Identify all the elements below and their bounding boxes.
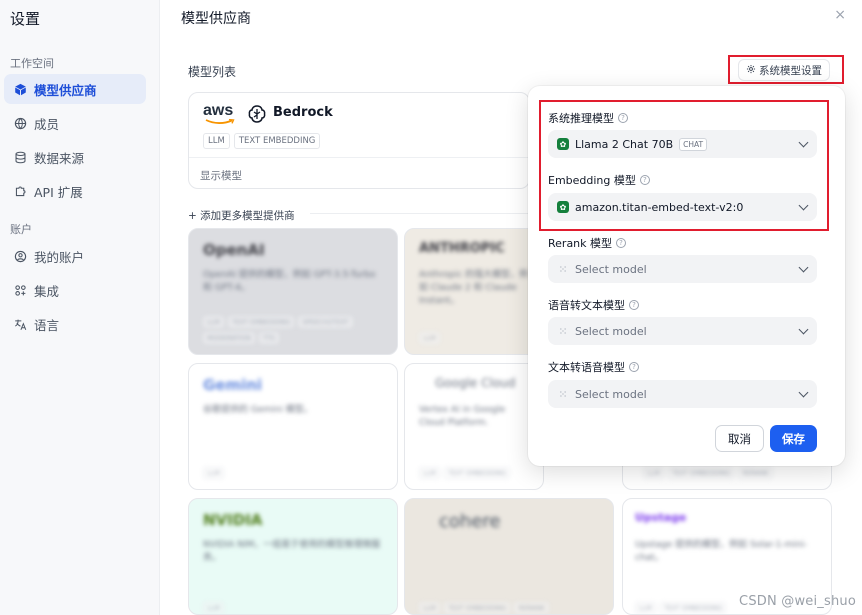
- provider-tags: LLM TEXT EMBEDDING RERANK: [419, 602, 604, 614]
- page-title: 模型供应商: [181, 11, 251, 27]
- provider-name: cohere: [439, 511, 501, 532]
- model-list-label: 模型列表: [188, 65, 237, 79]
- sidebar-item-api-extension[interactable]: API 扩展: [4, 176, 146, 206]
- save-button[interactable]: 保存: [770, 425, 817, 452]
- bedrock-name: Bedrock: [273, 105, 333, 120]
- highlight-box-settings-button: [728, 55, 844, 84]
- aws-logo: aws: [203, 102, 237, 126]
- speech-to-text-model-label: 语音转文本模型 ?: [548, 297, 639, 313]
- sidebar-item-label: 数据来源: [34, 150, 85, 166]
- sidebar-item-model-provider[interactable]: 模型供应商: [4, 74, 146, 104]
- sidebar-item-label: 语言: [34, 317, 60, 333]
- sidebar-item-data-source[interactable]: 数据来源: [4, 142, 146, 172]
- chevron-down-icon: [798, 262, 809, 272]
- provider-card-gemini[interactable]: Gemini 谷歌提供的 Gemini 模型。 LLM: [188, 363, 398, 490]
- user-circle-icon: [13, 249, 27, 263]
- cube-icon: [13, 82, 27, 96]
- puzzle-icon: [13, 184, 27, 198]
- help-icon[interactable]: ?: [629, 362, 639, 372]
- divider: [310, 213, 530, 214]
- provider-card-cohere[interactable]: cohere LLM TEXT EMBEDDING RERANK: [404, 498, 614, 615]
- provider-name: Gemini: [203, 376, 263, 394]
- provider-name: Upstage: [635, 511, 687, 524]
- help-icon[interactable]: ?: [616, 238, 627, 248]
- provider-card-anthropic[interactable]: ANTHROPIC Anthropic 的强大模型，例如 Claude 2 和 …: [404, 228, 544, 355]
- speech-to-text-model-select[interactable]: ⁙ Select model: [548, 317, 817, 345]
- translate-icon: [13, 317, 27, 331]
- database-icon: [13, 150, 27, 164]
- bedrock-tags: LLM TEXT EMBEDDING: [203, 133, 321, 149]
- provider-name: ANTHROPIC: [419, 241, 505, 256]
- sidebar-item-label: API 扩展: [34, 184, 83, 200]
- text-to-speech-model-label: 文本转语音模型 ?: [548, 359, 639, 375]
- cancel-button[interactable]: 取消: [715, 425, 764, 452]
- provider-desc: 谷歌提供的 Gemini 模型。: [203, 405, 313, 415]
- provider-desc: NVIDIA NIM，一组易于使用的模型推理微服务。: [203, 540, 381, 563]
- sidebar-title: 设置: [10, 10, 41, 28]
- sidebar: 设置 工作空间 模型供应商 成员 数据来源 API 扩展 账户 我的账户 集成 …: [0, 0, 160, 615]
- sidebar-item-label: 成员: [34, 116, 60, 132]
- provider-name: OpenAI: [203, 241, 265, 259]
- provider-card-google-cloud[interactable]: Google Cloud Vertex AI in Google Cloud P…: [404, 363, 544, 490]
- cube-outline-icon: ⁙: [558, 324, 568, 338]
- provider-tags: LLM: [203, 467, 388, 479]
- cube-outline-icon: ⁙: [558, 387, 568, 401]
- chevron-down-icon: [798, 387, 809, 397]
- rerank-model-label: Rerank 模型 ?: [548, 235, 627, 251]
- bedrock-icon: [247, 104, 267, 124]
- sidebar-item-label: 模型供应商: [34, 82, 97, 98]
- provider-desc: Vertex AI in Google Cloud Platform.: [419, 405, 506, 428]
- tag-llm: LLM: [203, 133, 230, 149]
- provider-card-openai[interactable]: OpenAI OpenAI 提供的模型，例如 GPT-3.5-Turbo 和 G…: [188, 228, 398, 355]
- bedrock-provider-card: aws Bedrock LLM TEXT EMBEDDING 显示模型: [188, 92, 530, 189]
- provider-tags: LLM: [419, 332, 543, 344]
- provider-tags: LLM TEXT EMBEDDING RERANK: [643, 467, 828, 479]
- watermark: CSDN @wei_shuo: [739, 594, 856, 609]
- show-models-link[interactable]: 显示模型: [200, 168, 242, 183]
- sidebar-item-label: 我的账户: [34, 249, 85, 265]
- text-to-speech-model-select[interactable]: ⁙ Select model: [548, 380, 817, 408]
- help-icon[interactable]: ?: [629, 300, 639, 310]
- section-workspace: 工作空间: [10, 57, 54, 70]
- section-account: 账户: [10, 223, 32, 236]
- provider-desc: Anthropic 的强大模型，例如 Claude 2 和 Claude Ins…: [419, 270, 529, 306]
- card-divider: [189, 157, 529, 158]
- provider-desc: OpenAI 提供的模型，例如 GPT-3.5-Turbo 和 GPT-4。: [203, 270, 376, 293]
- provider-card-nvidia[interactable]: NVIDIA NVIDIA NIM，一组易于使用的模型推理微服务。 LLM: [188, 498, 398, 615]
- provider-tags: LLM TEXT EMBEDDING SPEECH2TEXT MODERATIO…: [203, 316, 388, 344]
- tag-text-embedding: TEXT EMBEDDING: [233, 133, 321, 149]
- provider-tags: LLM: [203, 602, 388, 614]
- sidebar-item-my-account[interactable]: 我的账户: [4, 241, 146, 271]
- rerank-model-select[interactable]: ⁙ Select model: [548, 255, 817, 283]
- sidebar-item-language[interactable]: 语言: [4, 309, 146, 339]
- cube-outline-icon: ⁙: [558, 262, 568, 276]
- chevron-down-icon: [798, 324, 809, 334]
- sidebar-item-integrations[interactable]: 集成: [4, 275, 146, 305]
- globe-icon: [13, 116, 27, 130]
- close-icon[interactable]: ×: [834, 7, 846, 23]
- sidebar-item-members[interactable]: 成员: [4, 108, 146, 138]
- provider-tags: LLM TEXT EMBEDDING: [419, 467, 543, 479]
- add-more-providers[interactable]: + 添加更多模型提供商: [188, 208, 295, 223]
- provider-name: NVIDIA: [203, 511, 263, 529]
- integration-icon: [13, 283, 27, 297]
- sidebar-item-label: 集成: [34, 283, 60, 299]
- provider-name: Google Cloud: [435, 376, 516, 390]
- highlight-box-models: [539, 100, 829, 231]
- provider-desc: Upstage 提供的模型，例如 Solar-1-mini-chat。: [635, 540, 808, 563]
